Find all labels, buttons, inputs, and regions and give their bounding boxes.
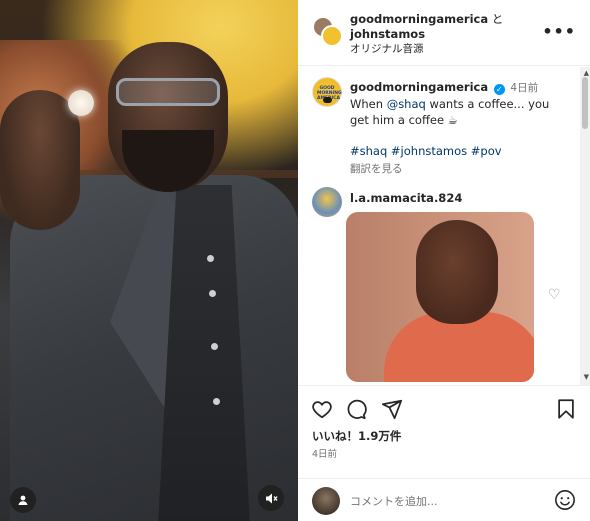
author-avatar[interactable]: GOODMORNINGAMERICA (312, 77, 342, 107)
scroll-thumb[interactable] (582, 77, 588, 129)
comment-like-icon[interactable]: ♡ (548, 287, 561, 303)
caption-time: 4日前 (510, 82, 539, 94)
shirt-button (211, 343, 218, 350)
scroll-up-arrow-icon[interactable]: ▲ (584, 69, 589, 77)
comments-scrollbar[interactable]: ▲ ▼ (580, 67, 590, 385)
person-hand (0, 90, 80, 230)
current-user-avatar (312, 487, 340, 515)
shirt-button (209, 290, 216, 297)
gif-face (416, 220, 498, 324)
hashtags[interactable]: #shaq #johnstamos #pov (350, 143, 568, 159)
caption: goodmorningamerica ✓ 4日前 When @shaq want… (350, 79, 568, 177)
comment-gif (346, 212, 534, 382)
collab-names: goodmorningamerica と johnstamos オリジナル音源 (350, 12, 503, 57)
likes-count[interactable]: いいね！1.9万件 (312, 428, 401, 444)
heart-icon[interactable] (311, 398, 333, 420)
scroll-down-arrow-icon[interactable]: ▼ (584, 373, 589, 381)
comment-icon[interactable] (345, 398, 367, 420)
reel-video[interactable] (0, 0, 298, 521)
caption-text-part: When (350, 97, 387, 111)
comments-list[interactable]: GOODMORNINGAMERICA goodmorningamerica ✓ … (298, 67, 590, 385)
verified-badge-icon: ✓ (493, 84, 505, 95)
commenter-username-link[interactable]: l.a.mamacita.824 (350, 191, 462, 205)
bookmark-icon[interactable] (555, 398, 577, 420)
post-actions: いいね！1.9万件 4日前 (298, 385, 590, 521)
collab-avatars[interactable] (312, 16, 343, 47)
user-tag-icon[interactable] (10, 487, 36, 513)
post-header: goodmorningamerica と johnstamos オリジナル音源 … (298, 0, 590, 66)
caption-text: When @shaq wants a coffee... you get him… (350, 96, 568, 128)
add-comment-row (298, 478, 590, 521)
shirt-button (207, 255, 214, 262)
see-translation-link[interactable]: 翻訳を見る (350, 161, 568, 177)
post-age[interactable]: 4日前 (312, 446, 337, 460)
muted-speaker-icon[interactable] (258, 485, 284, 511)
mention-link[interactable]: @shaq (387, 97, 426, 111)
caption-username-link[interactable]: goodmorningamerica (350, 80, 488, 94)
audio-link[interactable]: オリジナル音源 (350, 42, 503, 57)
coauthor-username-link[interactable]: johnstamos (350, 27, 503, 42)
commenter-avatar[interactable] (312, 187, 342, 217)
share-icon[interactable] (381, 398, 403, 420)
add-comment-input[interactable] (350, 491, 530, 511)
emoji-icon[interactable] (554, 489, 576, 511)
coffee-cup (68, 90, 94, 116)
abc-logo (323, 97, 332, 103)
author-username-link[interactable]: goodmorningamerica (350, 12, 488, 26)
person-glasses (116, 78, 220, 106)
collab-connector: と (491, 12, 504, 26)
shirt-button (213, 398, 220, 405)
more-options-icon[interactable]: ••• (542, 22, 576, 41)
post-side-panel: goodmorningamerica と johnstamos オリジナル音源 … (298, 0, 590, 521)
avatar (321, 25, 343, 47)
